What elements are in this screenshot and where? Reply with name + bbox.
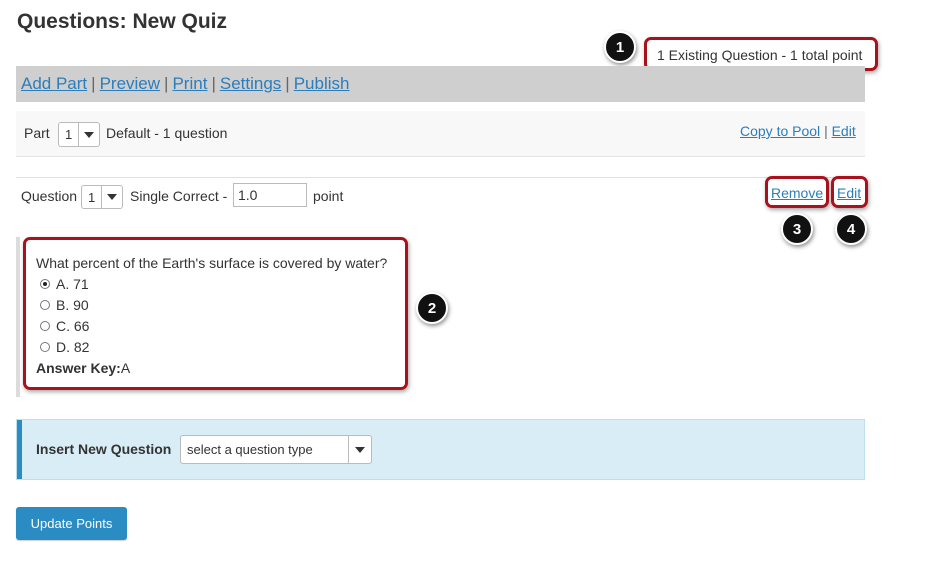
- panel-accent: [17, 420, 22, 479]
- callout-4-badge: 4: [835, 213, 867, 245]
- answer-key-label: Answer Key:: [36, 360, 121, 376]
- radio-button[interactable]: [40, 321, 50, 331]
- copy-to-pool-link[interactable]: Copy to Pool: [740, 123, 820, 139]
- radio-button[interactable]: [40, 300, 50, 310]
- answer-option[interactable]: C. 66: [40, 318, 89, 334]
- part-actions-separator: |: [824, 123, 828, 139]
- answer-option[interactable]: B. 90: [40, 297, 89, 313]
- page-title: Questions: New Quiz: [17, 10, 228, 33]
- publish-link[interactable]: Publish: [294, 74, 350, 93]
- edit-question-link[interactable]: Edit: [837, 185, 861, 201]
- add-part-link[interactable]: Add Part: [21, 74, 87, 93]
- callout-1-badge: 1: [604, 31, 636, 63]
- part-description: Default - 1 question: [106, 125, 228, 141]
- question-label: Question: [21, 188, 78, 204]
- part-label: Part: [24, 125, 50, 141]
- settings-link[interactable]: Settings: [220, 74, 281, 93]
- question-type: Single Correct -: [130, 188, 228, 204]
- toolbar-separator: |: [91, 74, 96, 93]
- divider: [16, 177, 865, 178]
- part-row: Part 1 Default - 1 question Copy to Pool…: [16, 111, 865, 157]
- answer-option[interactable]: D. 82: [40, 339, 89, 355]
- callout-3-badge: 3: [781, 213, 813, 245]
- answer-key: Answer Key:A: [36, 360, 130, 376]
- points-input[interactable]: [233, 183, 307, 207]
- chevron-down-icon: [348, 436, 371, 463]
- question-select-value: 1: [88, 189, 96, 205]
- preview-link[interactable]: Preview: [100, 74, 160, 93]
- toolbar-separator: |: [285, 74, 290, 93]
- insert-question-panel: Insert New Question select a question ty…: [16, 419, 865, 480]
- question-summary: 1 Existing Question - 1 total point: [657, 47, 863, 63]
- part-select[interactable]: 1: [58, 122, 101, 147]
- part-actions: Copy to Pool | Edit: [740, 123, 856, 139]
- chevron-down-icon: [101, 186, 122, 208]
- chevron-down-icon: [78, 123, 99, 146]
- insert-question-label: Insert New Question: [36, 441, 172, 457]
- answer-option-label: D. 82: [56, 339, 90, 355]
- radio-button[interactable]: [40, 342, 50, 352]
- question-text: What percent of the Earth's surface is c…: [36, 255, 388, 271]
- answer-option[interactable]: A. 71: [40, 276, 89, 292]
- part-select-value: 1: [65, 127, 73, 142]
- remove-question-link[interactable]: Remove: [771, 185, 823, 201]
- question-select[interactable]: 1: [81, 185, 124, 209]
- answer-option-label: C. 66: [56, 318, 90, 334]
- callout-2-badge: 2: [416, 292, 448, 324]
- question-type-select-value: select a question type: [187, 442, 313, 457]
- question-body-strip: [16, 237, 20, 397]
- answer-option-label: A. 71: [56, 276, 89, 292]
- question-type-select[interactable]: select a question type: [180, 435, 372, 464]
- toolbar-separator: |: [164, 74, 169, 93]
- answer-key-value: A: [120, 360, 131, 376]
- quiz-toolbar: Add Part | Preview | Print | Settings | Publish: [16, 66, 865, 102]
- points-unit: point: [313, 188, 344, 204]
- question-row: Question 1 Single Correct - point: [16, 180, 865, 210]
- update-points-button[interactable]: Update Points: [16, 507, 127, 540]
- part-edit-link[interactable]: Edit: [832, 123, 856, 139]
- toolbar-separator: |: [211, 74, 216, 93]
- print-link[interactable]: Print: [172, 74, 207, 93]
- answer-option-label: B. 90: [56, 297, 89, 313]
- radio-button-selected[interactable]: [40, 279, 50, 289]
